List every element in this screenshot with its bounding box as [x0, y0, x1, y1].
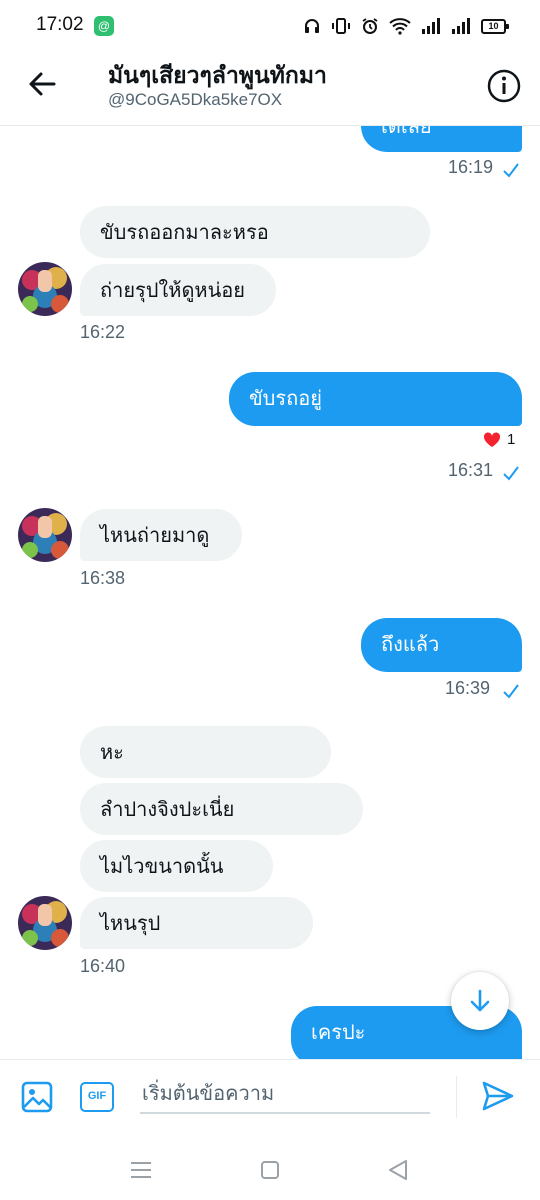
- sender-avatar[interactable]: [18, 262, 72, 316]
- message-text: เครปะ: [311, 1020, 366, 1044]
- avatar-image: [18, 262, 72, 316]
- composer-divider: [456, 1076, 457, 1118]
- headset-icon: [305, 19, 319, 33]
- message-text: ลำปางจิงปะเนี่ย: [100, 797, 235, 821]
- scroll-to-bottom-button[interactable]: [451, 972, 509, 1030]
- avatar-image: [18, 508, 72, 562]
- message-reaction[interactable]: 1: [483, 431, 515, 448]
- gif-button[interactable]: GIF: [80, 1082, 114, 1112]
- wifi-icon: [389, 18, 411, 35]
- message-text: ขับรถออกมาละหรอ: [100, 220, 269, 244]
- message-text: ถ่ายรุปให้ดูหน่อย: [100, 278, 246, 302]
- message-timestamp: 16:38: [80, 568, 126, 588]
- message-timestamp: 16:40: [80, 956, 126, 976]
- system-navigation-bar: [0, 1139, 540, 1200]
- message-text: ขับรถอยู่: [249, 386, 322, 410]
- status-time: 17:02: [36, 14, 84, 35]
- message-bubble-outgoing[interactable]: ขับรถอยู่: [229, 372, 522, 426]
- message-composer: GIF: [0, 1059, 540, 1139]
- message-text: เดิเลย: [381, 126, 432, 138]
- sent-check-icon: [503, 466, 519, 481]
- conversation-handle: @9CoGA5Dka5ke7OX: [108, 90, 283, 109]
- message-bubble-incoming[interactable]: ไหนถ่ายมาดู: [80, 509, 242, 561]
- sender-avatar[interactable]: [18, 508, 72, 562]
- message-text: ถึงแล้ว: [381, 632, 440, 656]
- vibrate-icon: [332, 18, 350, 34]
- message-text: ไหนถ่ายมาดู: [100, 523, 210, 547]
- signal-icon-2: [452, 18, 470, 34]
- message-bubble-incoming[interactable]: ขับรถออกมาละหรอ: [80, 206, 430, 258]
- message-text: ไหนรุป: [100, 911, 161, 935]
- status-icons: 10: [303, 14, 509, 38]
- message-timestamp: 16:31: [448, 460, 494, 480]
- avatar-image: [18, 896, 72, 950]
- sent-check-icon: [503, 163, 519, 178]
- message-bubble-incoming[interactable]: หะ: [80, 726, 331, 778]
- message-text: หะ: [100, 740, 124, 764]
- message-timestamp: 16:19: [448, 157, 494, 177]
- image-icon[interactable]: [20, 1080, 54, 1114]
- sender-avatar[interactable]: [18, 896, 72, 950]
- message-bubble-outgoing[interactable]: เดิเลย: [361, 126, 522, 152]
- conversation-header: มันๆเสียวๆลำพูนทักมา @9CoGA5Dka5ke7OX: [0, 52, 540, 126]
- message-list[interactable]: เดิเลย 16:19 ขับรถออกมาละหรอ ถ่ายรุปให้ด…: [0, 126, 540, 1059]
- app-notification-icon: @: [94, 16, 114, 36]
- message-bubble-incoming[interactable]: ไมไวขนาดนั้น: [80, 840, 273, 892]
- message-bubble-outgoing[interactable]: ถึงแล้ว: [361, 618, 522, 672]
- message-timestamp: 16:39: [445, 678, 491, 698]
- status-bar: 17:02 @ 10: [0, 0, 540, 52]
- menu-icon[interactable]: [128, 1157, 154, 1183]
- message-input[interactable]: [140, 1074, 430, 1114]
- arrow-down-icon: [470, 989, 490, 1012]
- message-bubble-incoming[interactable]: ลำปางจิงปะเนี่ย: [80, 783, 363, 835]
- message-bubble-incoming[interactable]: ถ่ายรุปให้ดูหน่อย: [80, 264, 276, 316]
- alarm-icon: [362, 18, 378, 34]
- home-square-icon[interactable]: [257, 1157, 283, 1183]
- message-bubble-incoming[interactable]: ไหนรุป: [80, 897, 313, 949]
- send-icon[interactable]: [480, 1078, 516, 1114]
- message-text: ไมไวขนาดนั้น: [100, 854, 224, 878]
- battery-icon: 10: [481, 18, 509, 34]
- info-circle-icon[interactable]: [486, 68, 522, 104]
- conversation-title[interactable]: มันๆเสียวๆลำพูนทักมา: [108, 58, 327, 94]
- signal-icon: [422, 18, 440, 34]
- heart-icon: [483, 431, 501, 447]
- arrow-left-icon[interactable]: [24, 66, 60, 102]
- reaction-count: 1: [507, 431, 516, 448]
- back-triangle-icon[interactable]: [385, 1157, 411, 1183]
- message-timestamp: 16:22: [80, 322, 126, 342]
- sent-check-icon: [503, 684, 519, 699]
